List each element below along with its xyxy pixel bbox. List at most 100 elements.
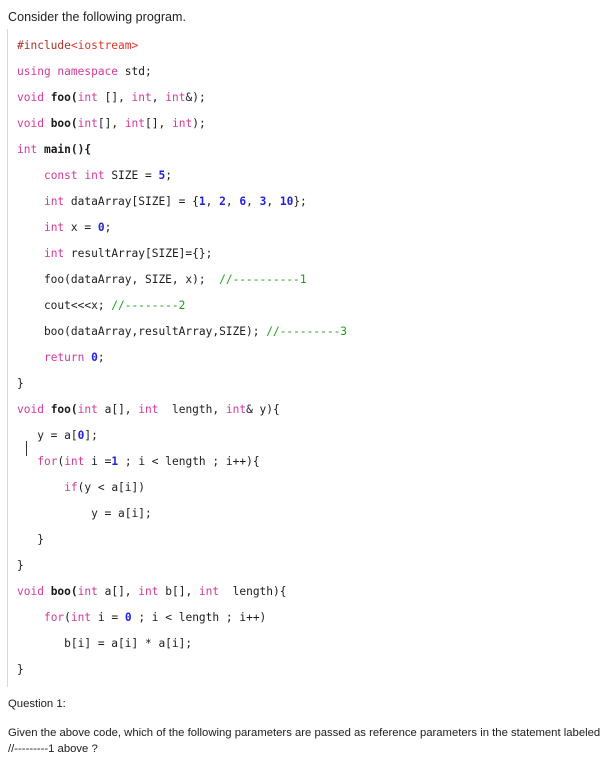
code-token: b[i] = a[i] * a[i];: [17, 637, 193, 650]
code-line: int main(){: [17, 137, 611, 163]
code-token: &);: [185, 91, 206, 104]
code-line: #include<iostream>: [17, 33, 611, 59]
code-token: }: [17, 559, 24, 572]
code-token: resultArray[SIZE]={};: [70, 247, 213, 260]
code-token: (y < a[i]): [77, 481, 145, 494]
code-token: 2: [219, 195, 226, 208]
code-token: ,: [246, 195, 260, 208]
code-token: length){: [219, 585, 287, 598]
code-token: ; i < length ; i++){: [118, 455, 260, 468]
question-text: Given the above code, which of the follo…: [8, 727, 601, 755]
code-token: int: [77, 117, 98, 130]
code-token: int: [138, 585, 159, 598]
code-token: for: [37, 455, 58, 468]
code-line: const int SIZE = 5;: [17, 163, 611, 189]
code-token: <iostream>: [70, 39, 139, 52]
code-token: ,: [225, 195, 240, 208]
code-token: }: [17, 533, 44, 546]
code-line: void foo(int [], int, int&);: [17, 85, 611, 111]
code-token: [],: [97, 117, 125, 130]
code-token: return: [43, 351, 92, 364]
code-token: SIZE =: [111, 169, 159, 182]
code-token: int: [77, 91, 98, 104]
code-token: std;: [124, 65, 152, 78]
code-token: for: [43, 611, 65, 624]
code-token: void: [17, 91, 51, 104]
code-line: void boo(int a[], int b[], int length){: [17, 579, 611, 605]
code-token: i =: [91, 611, 125, 624]
code-token: int: [225, 403, 247, 416]
code-token: int: [43, 195, 71, 208]
code-block: #include<iostream> using namespace std; vo…: [7, 29, 611, 687]
code-token: void: [17, 117, 51, 130]
code-line: return 0;: [17, 345, 611, 371]
code-token: foo(: [50, 403, 78, 416]
code-token: ,: [205, 195, 220, 208]
code-line: y = a[0];: [17, 423, 611, 456]
code-line: int dataArray[SIZE] = {1, 2, 6, 3, 10};: [17, 189, 611, 215]
code-token: 10: [279, 195, 294, 208]
code-token: int: [131, 91, 152, 104]
code-token: 0: [124, 611, 132, 624]
code-token: 0: [97, 221, 105, 234]
code-token: ,: [151, 91, 166, 104]
code-line: }: [17, 371, 611, 397]
intro-text: Consider the following program.: [8, 10, 187, 24]
code-token: };: [293, 195, 307, 208]
code-token: //--------2: [111, 299, 186, 312]
code-line: cout<<<x; //--------2: [17, 293, 611, 319]
code-token: int: [77, 403, 98, 416]
code-line: y = a[i];: [17, 501, 611, 527]
code-token: int: [165, 91, 186, 104]
code-token: (: [64, 611, 71, 624]
code-token: cout<<<x;: [17, 299, 112, 312]
code-token: x =: [70, 221, 98, 234]
code-token: y = a[i];: [17, 507, 152, 520]
code-line: boo(dataArray,resultArray,SIZE); //-----…: [17, 319, 611, 345]
code-line: }: [17, 527, 611, 553]
question-block: Question 1: Given the above code, which …: [0, 687, 611, 757]
code-token: boo(: [50, 117, 78, 130]
code-token: ;: [97, 351, 105, 364]
code-token: int: [77, 585, 98, 598]
code-token: main(){: [43, 143, 92, 156]
code-line: b[i] = a[i] * a[i];: [17, 631, 611, 657]
question-label: Question 1:: [8, 698, 66, 710]
code-token: ];: [84, 429, 98, 442]
code-line: for(int i = 0 ; i < length ; i++): [17, 605, 611, 631]
code-line: foo(dataArray, SIZE, x); //----------1: [17, 267, 611, 293]
code-token: [],: [97, 91, 132, 104]
code-token: ; i < length ; i++): [131, 611, 267, 624]
code-token: //---------3: [266, 325, 348, 338]
code-token: const int: [43, 169, 112, 182]
code-token: ;: [104, 221, 112, 234]
code-token: int: [138, 403, 159, 416]
code-token: using namespace: [17, 65, 125, 78]
code-token: & y){: [246, 403, 280, 416]
code-token: //----------1: [219, 273, 307, 286]
code-token: foo(: [50, 91, 78, 104]
question-page: Consider the following program. #include…: [0, 0, 611, 757]
code-line: }: [17, 657, 611, 683]
code-token: void: [17, 585, 51, 598]
code-line: int x = 0;: [17, 215, 611, 241]
code-token: a[],: [97, 585, 139, 598]
code-token: [],: [145, 117, 172, 130]
code-token: int: [17, 143, 44, 156]
code-token: int: [64, 455, 85, 468]
code-token: ,: [266, 195, 280, 208]
code-token: i =: [84, 455, 112, 468]
code-token: );: [192, 117, 206, 130]
code-token: 1: [198, 195, 206, 208]
code-token: int: [43, 247, 71, 260]
code-token: b[],: [158, 585, 199, 598]
code-token: if: [64, 481, 78, 494]
code-token: boo(: [50, 585, 78, 598]
code-token: 0: [91, 351, 98, 364]
